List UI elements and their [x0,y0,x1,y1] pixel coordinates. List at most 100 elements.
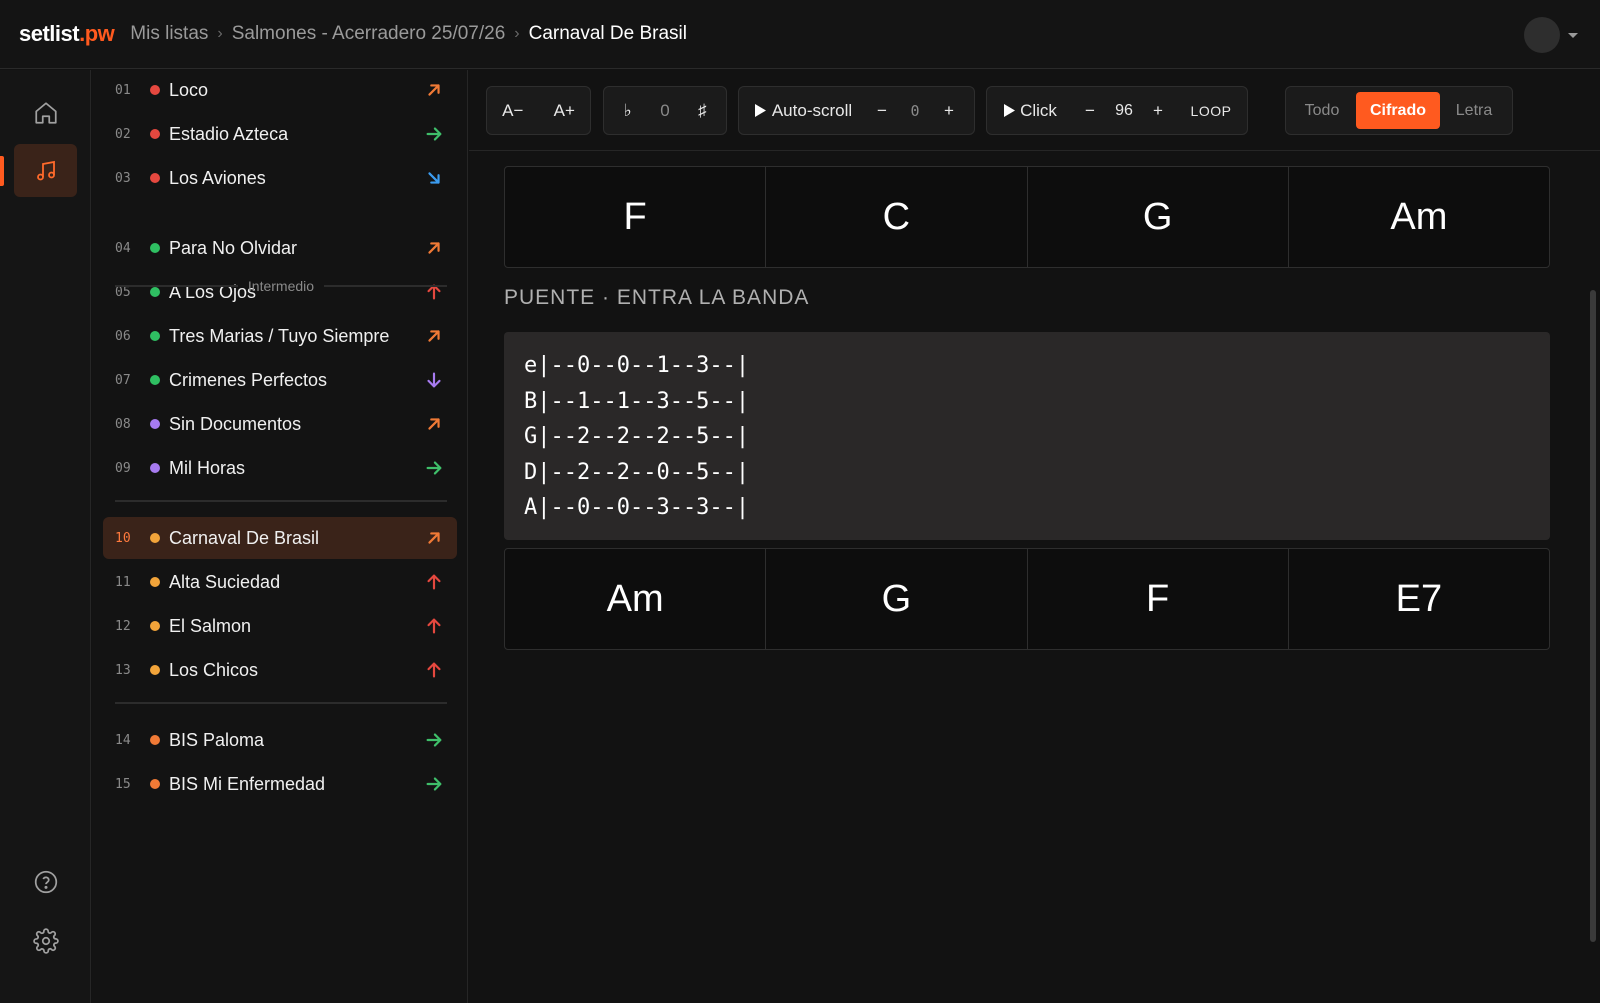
setlist-panel: 01 Loco 02 Estadio Azteca 03 Los Aviones 04 Par… [92,70,468,1003]
song-number: 07 [115,372,131,388]
autoscroll-speed: 0 [910,101,920,120]
setlist-song-row[interactable]: 10 Carnaval De Brasil [103,517,457,559]
chord-cell: E7 [1395,577,1443,620]
font-larger-button[interactable]: A+ [539,101,591,121]
breadcrumb-current-song: Carnaval De Brasil [528,23,688,44]
setlist-song-row[interactable]: 01 Loco [103,69,457,111]
chord-cell: Am [505,549,767,649]
energy-dot-icon [150,173,160,183]
chevron-down-icon[interactable] [1568,32,1578,38]
nav-settings[interactable] [14,914,77,967]
divider [115,702,447,704]
setlist-song-row[interactable]: 09 Mil Horas [103,447,457,489]
tablature-block: e|--0--0--1--3--| B|--1--1--3--5--| G|--… [504,332,1550,540]
song-number: 04 [115,240,131,256]
song-number: 12 [115,618,131,634]
autoscroll-plus-button[interactable]: + [933,101,965,121]
autoscroll-button[interactable]: Auto-scroll [739,101,867,121]
autoscroll-label: Auto-scroll [771,100,853,120]
tab-line: D|--2--2--0--5--| [524,459,750,485]
energy-dot-icon [150,735,160,745]
arrow-right-icon [423,123,445,145]
flat-button[interactable]: ♭ [604,101,651,121]
view-cifrado-tab[interactable]: Cifrado [1356,92,1440,129]
song-title: BIS Paloma [169,729,265,750]
nav-setlist[interactable] [14,144,77,197]
click-label: Click [1020,100,1057,120]
view-todo-tab[interactable]: Todo [1288,92,1356,129]
sharp-button[interactable]: ♯ [679,101,726,121]
view-mode-toggle: Todo Cifrado Letra [1285,86,1513,135]
song-title: Crimenes Perfectos [169,369,328,390]
song-title: Los Aviones [169,167,266,188]
setlist-song-row[interactable]: 08 Sin Documentos [103,403,457,445]
transpose-value: 0 [660,100,670,120]
bpm-plus-button[interactable]: + [1141,101,1175,121]
top-bar: setlist.pw Mis listas › Salmones - Acerr… [0,0,1600,69]
song-title: Alta Suciedad [169,571,281,592]
section-title: PUENTE · ENTRA LA BANDA [504,286,810,309]
chord-cell: F [505,167,767,267]
section-label: Intermedio [247,278,315,294]
arrow-up-icon [423,615,445,637]
setlist-song-row[interactable]: 06 Tres Marias / Tuyo Siempre [103,315,457,357]
setlist-song-row[interactable]: 12 El Salmon [103,605,457,647]
nav-help[interactable] [14,855,77,908]
view-letra-tab[interactable]: Letra [1440,92,1508,129]
setlist-song-row[interactable]: 15 BIS Mi Enfermedad [103,763,457,805]
song-title: Carnaval De Brasil [169,527,320,548]
chord-cell: G [1028,167,1289,267]
arrow-up-right-icon [423,79,445,101]
loop-button[interactable]: LOOP [1175,103,1247,119]
metronome-group: Click − 96 + LOOP [986,86,1248,135]
music-note-icon [36,160,55,180]
chord-cell: Am [1390,195,1448,238]
breadcrumb-setlist[interactable]: Salmones - Acerradero 25/07/26 [232,23,506,45]
bpm-value: 96 [1115,101,1133,119]
energy-dot-icon [150,129,160,139]
arrow-right-icon [423,457,445,479]
energy-dot-icon [150,375,160,385]
nav-home[interactable] [14,86,77,139]
avatar[interactable] [1524,17,1560,53]
home-icon [34,101,57,124]
tab-line: A|--0--0--3--3--| [524,495,750,520]
arrow-up-right-icon [423,325,445,347]
play-icon [1004,104,1016,117]
bpm-minus-button[interactable]: − [1073,101,1107,121]
energy-dot-icon [150,533,160,543]
chevron-right-icon: › [217,25,223,42]
setlist-song-row[interactable]: 14 BIS Paloma [103,719,457,761]
energy-dot-icon [150,85,160,95]
chord-cell: F [1028,549,1289,649]
tab-line: B|--1--1--3--5--| [524,388,750,414]
setlist-song-row[interactable]: 02 Estadio Azteca [103,113,457,155]
song-number: 15 [115,776,131,792]
setlist-song-row[interactable]: 11 Alta Suciedad [103,561,457,603]
chevron-right-icon: › [514,25,520,42]
scrollbar[interactable] [1590,290,1596,942]
breadcrumb: Mis listas › Salmones - Acerradero 25/07… [130,23,687,45]
setlist-song-row[interactable]: 03 Los Aviones [103,157,457,199]
arrow-down-right-icon [423,167,445,189]
song-number: 11 [115,574,131,590]
chord-cell: C [766,167,1028,267]
song-number: 08 [115,416,131,432]
click-button[interactable]: Click [987,101,1073,121]
tab-line: e|--0--0--1--3--| [524,353,750,378]
breadcrumb-lists[interactable]: Mis listas [130,23,208,45]
chord-row: F C G Am [504,166,1550,268]
autoscroll-minus-button[interactable]: − [867,101,897,121]
user-menu[interactable] [1524,17,1578,53]
font-smaller-button[interactable]: A− [487,101,539,121]
setlist-song-row[interactable]: 07 Crimenes Perfectos [103,359,457,401]
setlist-song-row[interactable]: 13 Los Chicos [103,649,457,691]
song-title: Loco [169,79,209,100]
song-title: Estadio Azteca [169,123,289,144]
arrow-up-icon [423,571,445,593]
app-logo[interactable]: setlist.pw [19,21,115,47]
transpose-group: ♭ 0 ♯ [603,86,727,135]
tab-line: G|--2--2--2--5--| [524,424,750,449]
setlist-song-row[interactable]: 04 Para No Olvidar [103,227,457,269]
energy-dot-icon [150,621,160,631]
